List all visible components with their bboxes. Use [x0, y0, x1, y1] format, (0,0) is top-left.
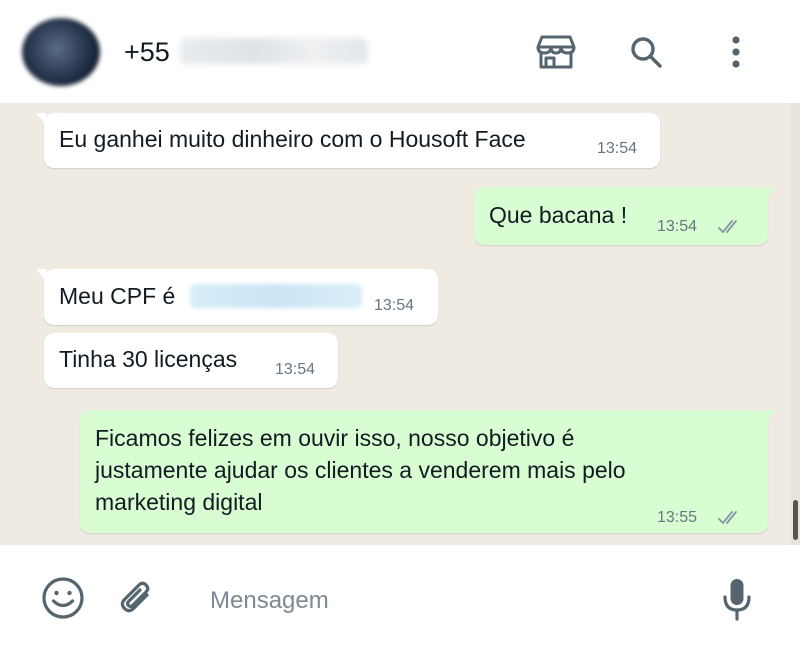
contact-name[interactable]: +55 — [124, 37, 170, 68]
message-time: 13:54 — [275, 361, 316, 378]
double-check-icon — [718, 220, 737, 234]
message-incoming[interactable]: Eu ganhei muito dinheiro com o Housoft F… — [36, 113, 660, 168]
message-incoming[interactable]: Meu CPF é 13:54 — [36, 269, 438, 325]
attach-icon[interactable] — [114, 575, 160, 621]
message-text: Tinha 30 licenças — [59, 346, 238, 372]
message-time: 13:54 — [657, 218, 698, 235]
message-outgoing[interactable]: Ficamos felizes em ouvir isso, nosso obj… — [80, 410, 776, 533]
bubble-tail — [766, 187, 776, 199]
message-time: 13:54 — [597, 140, 638, 157]
redacted-cpf — [190, 284, 362, 308]
message-time: 13:54 — [374, 297, 415, 314]
bubble-tail — [36, 269, 46, 281]
bubble-tail — [766, 410, 776, 422]
chat-header: +55 — [0, 0, 800, 103]
search-icon[interactable] — [626, 32, 666, 72]
emoji-icon[interactable] — [40, 575, 86, 621]
message-text-line: justamente ajudar os clientes a venderem… — [95, 457, 626, 483]
message-incoming[interactable]: Tinha 30 licenças 13:54 — [44, 333, 338, 388]
message-text-line: Ficamos felizes em ouvir isso, nosso obj… — [95, 425, 575, 451]
bubble-tail — [36, 113, 46, 125]
chat-scrollbar[interactable] — [791, 103, 800, 545]
message-text: Que bacana ! — [489, 202, 628, 228]
message-text: Eu ganhei muito dinheiro com o Housoft F… — [59, 126, 526, 152]
message-time: 13:55 — [657, 509, 698, 526]
scrollbar-thumb[interactable] — [793, 500, 798, 540]
mic-icon[interactable] — [714, 575, 760, 623]
more-vertical-icon[interactable] — [716, 32, 756, 72]
chat-messages-area[interactable]: Eu ganhei muito dinheiro com o Housoft F… — [0, 103, 791, 545]
double-check-icon — [718, 511, 737, 525]
message-text: Meu CPF é — [59, 283, 176, 309]
message-composer — [0, 545, 800, 650]
redacted-phone-number — [180, 38, 368, 64]
store-icon[interactable] — [536, 32, 576, 72]
message-outgoing[interactable]: Que bacana ! 13:54 — [474, 187, 776, 245]
message-input[interactable] — [210, 583, 680, 619]
contact-avatar[interactable] — [22, 18, 100, 86]
message-text-line: marketing digital — [95, 489, 263, 515]
